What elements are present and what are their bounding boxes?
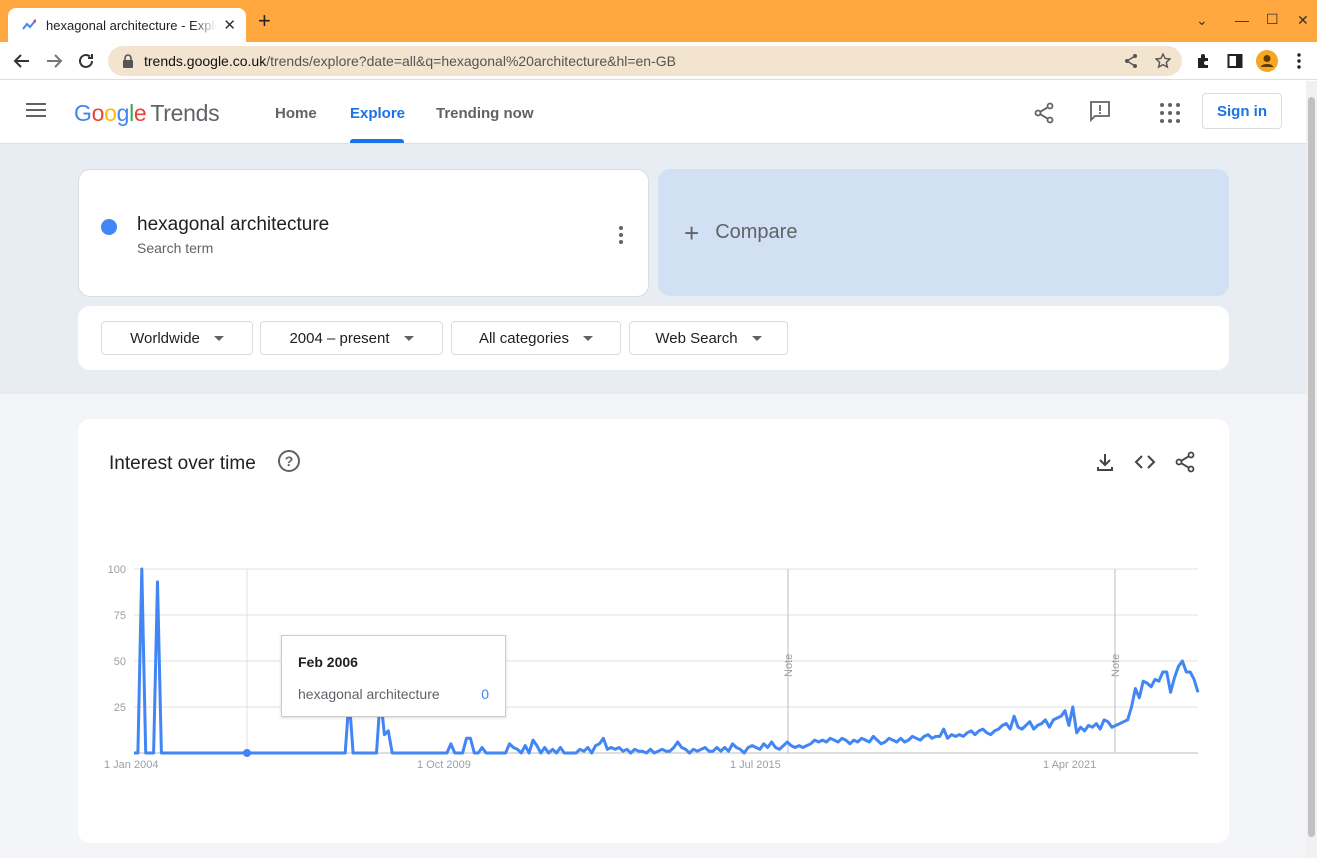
forward-arrow-icon[interactable] — [42, 49, 66, 73]
url-host: trends.google.co.uk — [144, 53, 267, 69]
hamburger-menu-icon[interactable] — [26, 103, 46, 119]
google-trends-logo[interactable]: Google Trends — [74, 100, 220, 127]
nav-explore[interactable]: Explore — [350, 105, 405, 122]
category-filter[interactable]: All categories — [451, 321, 621, 355]
maximize-icon[interactable]: ☐ — [1266, 11, 1279, 28]
search-type-filter-label: Web Search — [655, 329, 738, 347]
search-type-filter[interactable]: Web Search — [629, 321, 788, 355]
interest-over-time-title: Interest over time — [109, 453, 256, 474]
hover-point — [243, 749, 251, 757]
page-scrollbar[interactable] — [1306, 81, 1317, 858]
address-bar[interactable]: trends.google.co.uk/trends/explore?date=… — [108, 46, 1182, 76]
region-filter[interactable]: Worldwide — [101, 321, 253, 355]
interest-over-time-card: 100 75 50 25 1 Jan 2004 1 Oct 2009 1 Jul 2015 1… — [78, 419, 1229, 843]
profile-avatar-icon[interactable] — [1255, 49, 1279, 73]
term-color-dot — [101, 219, 117, 235]
url-path: /trends/explore?date=all&q=hexagonal%20a… — [266, 53, 676, 69]
region-filter-label: Worldwide — [130, 329, 200, 347]
browser-tabstrip: hexagonal architecture - Explore - Googl… — [0, 0, 1317, 42]
time-filter[interactable]: 2004 – present — [260, 321, 443, 355]
browser-toolbar: trends.google.co.uk/trends/explore?date=… — [0, 42, 1317, 80]
tooltip-date: Feb 2006 — [298, 654, 358, 670]
x-tick-label: 1 Apr 2021 — [1043, 759, 1096, 771]
dropdown-arrow-icon — [583, 335, 594, 341]
minimize-icon[interactable]: — — [1235, 12, 1249, 28]
help-icon[interactable]: ? — [278, 450, 300, 472]
tooltip-term: hexagonal architecture — [298, 686, 440, 702]
tab-close-icon[interactable]: ✕ — [223, 16, 236, 34]
search-term-card[interactable]: hexagonal architecture Search term — [78, 169, 649, 297]
logo-google: Google — [74, 100, 147, 126]
nav-trending-now[interactable]: Trending now — [436, 105, 534, 122]
search-term-type: Search term — [137, 240, 214, 256]
dropdown-arrow-icon — [213, 335, 224, 341]
feedback-icon[interactable] — [1088, 99, 1112, 123]
back-arrow-icon[interactable] — [10, 49, 34, 73]
download-csv-icon[interactable] — [1094, 451, 1116, 473]
nav-home[interactable]: Home — [275, 105, 317, 122]
y-tick-label: 100 — [108, 564, 126, 576]
note-label: Note — [1110, 654, 1122, 677]
url-text: trends.google.co.uk/trends/explore?date=… — [144, 53, 676, 69]
plus-icon: + — [684, 217, 700, 248]
tab-title: hexagonal architecture - Explore - Googl… — [46, 17, 217, 33]
trends-favicon-icon — [22, 19, 36, 30]
y-tick-label: 50 — [114, 656, 126, 668]
dropdown-arrow-icon — [403, 335, 414, 341]
trends-header: Google Trends Home Explore Trending now S… — [0, 81, 1306, 144]
compare-label: Compare — [715, 221, 798, 243]
apps-grid-icon[interactable] — [1158, 101, 1182, 125]
reload-icon[interactable] — [74, 49, 98, 73]
share-chart-icon[interactable] — [1174, 451, 1196, 473]
compare-button[interactable]: + Compare — [658, 169, 1229, 296]
search-term[interactable]: hexagonal architecture — [137, 214, 329, 236]
tab-search-chevron-down-icon[interactable]: ⌄ — [1196, 12, 1208, 29]
scrollbar-thumb[interactable] — [1308, 97, 1315, 837]
x-tick-label: 1 Jul 2015 — [730, 759, 781, 771]
category-filter-label: All categories — [478, 329, 570, 347]
logo-trends: Trends — [150, 100, 220, 126]
time-filter-label: 2004 – present — [289, 329, 390, 347]
y-tick-label: 25 — [114, 702, 126, 714]
share-page-icon[interactable] — [1119, 49, 1143, 73]
nav-active-indicator — [350, 139, 404, 143]
tooltip-value: 0 — [481, 686, 489, 702]
window-close-icon[interactable]: ✕ — [1297, 12, 1309, 29]
more-vert-icon[interactable] — [617, 226, 625, 244]
y-tick-label: 75 — [114, 610, 126, 622]
extensions-icon[interactable] — [1191, 49, 1215, 73]
bookmark-star-icon[interactable] — [1151, 49, 1175, 73]
embed-code-icon[interactable] — [1134, 451, 1156, 473]
share-icon[interactable] — [1032, 101, 1056, 125]
note-label: Note — [783, 654, 795, 677]
x-tick-label: 1 Oct 2009 — [417, 759, 471, 771]
side-panel-icon[interactable] — [1223, 49, 1247, 73]
x-tick-label: 1 Jan 2004 — [104, 759, 158, 771]
new-tab-icon[interactable]: + — [258, 10, 271, 32]
browser-tab[interactable]: hexagonal architecture - Explore - Googl… — [8, 8, 246, 42]
chart-tooltip: Feb 2006 hexagonal architecture 0 — [281, 635, 506, 717]
sign-in-button[interactable]: Sign in — [1202, 93, 1282, 129]
lock-icon — [123, 54, 133, 68]
interest-over-time-chart[interactable]: 100 75 50 25 1 Jan 2004 1 Oct 2009 1 Jul 2015 1… — [78, 419, 1229, 843]
browser-menu-icon[interactable] — [1287, 49, 1311, 73]
filters-bar: Worldwide 2004 – present All categories … — [78, 306, 1229, 370]
dropdown-arrow-icon — [751, 335, 762, 341]
